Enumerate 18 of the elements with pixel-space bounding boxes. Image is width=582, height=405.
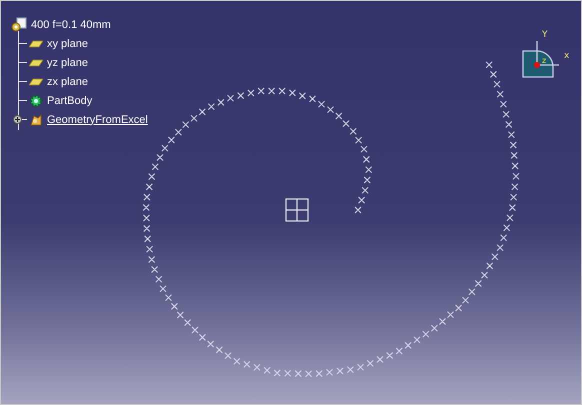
tree-item[interactable]: xy plane — [47, 38, 88, 50]
tree-item[interactable]: GeometryFromExcel — [47, 114, 148, 126]
plane-icon — [29, 78, 43, 86]
part-icon — [11, 16, 27, 32]
plane-icon — [29, 58, 43, 66]
geometry-icon — [29, 112, 43, 126]
gear-icon — [29, 94, 43, 108]
tree-item[interactable]: PartBody — [47, 94, 92, 106]
axis-label: z — [542, 56, 546, 65]
plane-icon — [29, 40, 43, 48]
compass-drawing — [522, 40, 560, 78]
tree-item[interactable]: yz plane — [47, 56, 88, 68]
axis-label: Y — [542, 30, 548, 40]
tree-item[interactable]: zx plane — [47, 76, 88, 88]
tree-item[interactable]: 400 f=0.1 40mm — [31, 18, 111, 30]
expand-icon[interactable] — [13, 115, 22, 124]
axis-label: x — [564, 51, 570, 61]
grid-icon — [285, 198, 309, 222]
